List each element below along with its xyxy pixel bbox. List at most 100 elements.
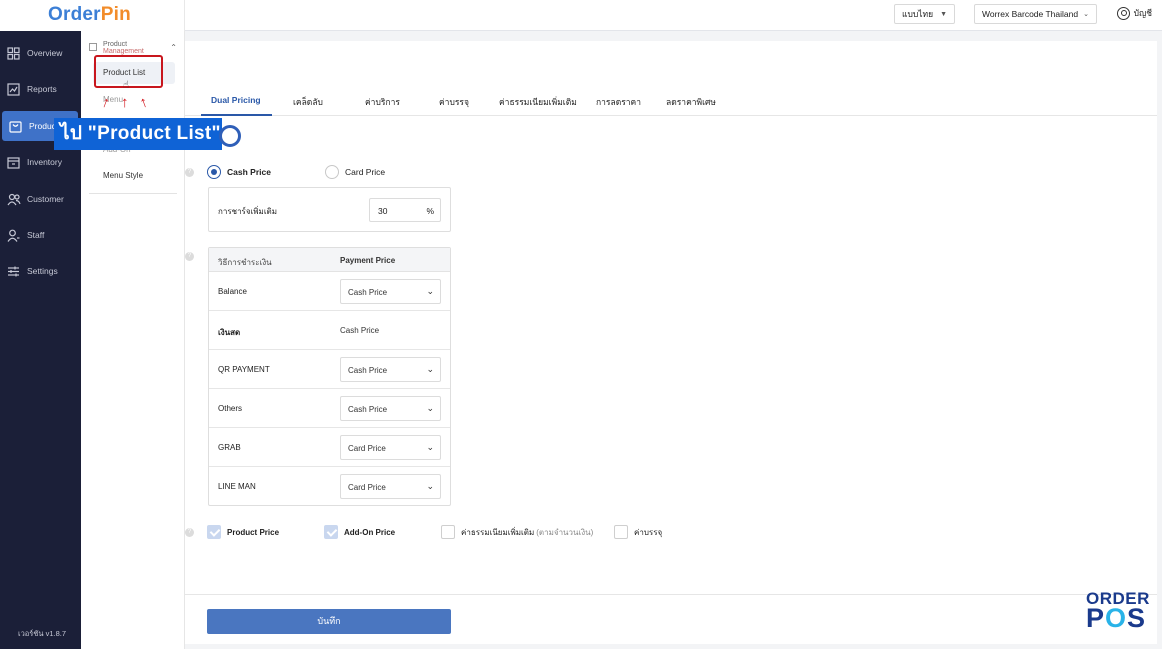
watermark-letter: S — [1127, 603, 1147, 633]
select-value: Cash Price — [348, 405, 388, 414]
sidebar-item-label: Reports — [27, 84, 57, 94]
save-button[interactable]: บันทึก — [207, 609, 451, 634]
card-price-radio[interactable]: Card Price — [325, 165, 385, 179]
sidebar-item-label: Customer — [27, 194, 64, 204]
watermark-letter: O — [1105, 603, 1128, 633]
submenu-header[interactable]: Product Management ⌃ — [89, 41, 179, 55]
submenu-divider — [89, 193, 177, 194]
payment-price-select[interactable]: Cash Price ⌄ — [340, 279, 441, 304]
checkbox-unchecked-icon — [441, 525, 455, 539]
footer-actions: บันทึก — [185, 594, 1157, 644]
active-tab-indicator — [201, 114, 272, 116]
caret-down-icon: ▼ — [940, 10, 947, 18]
surcharge-box: การชาร์จเพิ่มเติม 30 % — [208, 187, 451, 232]
checkbox-unchecked-icon — [614, 525, 628, 539]
tab-dual-pricing[interactable]: Dual Pricing — [211, 95, 261, 105]
extra-fee-checkbox[interactable]: ค่าธรรมเนียมเพิ่มเติม (ตามจำนวนเงิน) — [441, 525, 593, 539]
table-row: QR PAYMENT Cash Price ⌄ — [209, 350, 450, 389]
payment-method-name: Others — [218, 404, 243, 413]
cash-price-label: Cash Price — [227, 167, 271, 177]
store-select[interactable]: Worrex Barcode Thailand ⌄ — [974, 4, 1097, 24]
table-header: วิธีการชำระเงิน Payment Price — [209, 248, 450, 272]
tab-packaging[interactable]: ค่าบรรจุ — [439, 95, 469, 109]
payment-price-select[interactable]: Card Price ⌄ — [340, 435, 441, 460]
user-icon — [1116, 6, 1130, 20]
chevron-down-icon: ⌄ — [426, 364, 434, 374]
product-price-checkbox[interactable]: Product Price — [207, 525, 279, 539]
table-row: เงินสด Cash Price — [209, 311, 450, 350]
sidebar-item-label: Settings — [27, 266, 58, 276]
tutorial-callout: ไป "Product List" — [54, 118, 241, 150]
chevron-down-icon: ⌄ — [426, 286, 434, 296]
sidebar-item-staff[interactable]: Staff — [0, 220, 81, 250]
sidebar-item-reports[interactable]: Reports — [0, 74, 81, 104]
submenu-title: Product — [103, 41, 128, 48]
select-value: Card Price — [348, 483, 386, 492]
checkbox-note: (ตามจำนวนเงิน) — [536, 527, 594, 537]
surcharge-label: การชาร์จเพิ่มเติม — [218, 207, 278, 216]
table-row: GRAB Card Price ⌄ — [209, 428, 450, 467]
payment-price-select[interactable]: Card Price ⌄ — [340, 474, 441, 499]
hand-cursor-icon: ☝ — [123, 80, 130, 91]
surcharge-input[interactable]: 30 % — [369, 198, 441, 222]
sidebar-item-overview[interactable]: Overview — [0, 38, 81, 68]
sliders-icon — [6, 264, 21, 279]
surcharge-value: 30 — [378, 206, 388, 216]
tab-special-discount[interactable]: ลดราคาพิเศษ — [666, 95, 716, 109]
payment-method-name: เงินสด — [218, 328, 241, 337]
help-icon[interactable]: ? — [185, 252, 194, 261]
account-menu[interactable]: บัญชี — [1116, 6, 1152, 20]
logo-area: OrderPin — [0, 0, 185, 31]
sidebar-item-label: Overview — [27, 48, 63, 58]
app-logo[interactable]: OrderPin — [48, 4, 131, 26]
store-value: Worrex Barcode Thailand — [982, 9, 1079, 19]
select-value: Cash Price — [348, 366, 388, 375]
main-content: Dual Pricing เคล็ดลับ ค่าบริการ ค่าบรรจุ… — [185, 41, 1157, 644]
percent-suffix: % — [426, 206, 434, 216]
logo-text-order: Order — [48, 4, 101, 25]
tab-tips[interactable]: เคล็ดลับ — [293, 95, 323, 109]
person-icon — [6, 228, 21, 243]
packaging-checkbox[interactable]: ค่าบรรจุ — [614, 525, 662, 539]
sidebar-item-label: Inventory — [27, 157, 62, 167]
top-header: OrderPin แบบไทย ▼ Worrex Barcode Thailan… — [0, 0, 1162, 31]
table-row: LINE MAN Card Price ⌄ — [209, 467, 450, 506]
submenu-item-label: Menu Style — [103, 171, 144, 180]
tab-service-charge[interactable]: ค่าบริการ — [365, 95, 400, 109]
payment-method-name: QR PAYMENT — [218, 365, 270, 374]
checkbox-label: Product Price — [227, 527, 280, 537]
bag-icon — [8, 119, 23, 134]
chart-icon — [6, 82, 21, 97]
select-value: Cash Price — [348, 288, 388, 297]
arrow-up-icon: ↑ — [121, 94, 129, 111]
checkbox-checked-icon — [207, 525, 221, 539]
cash-price-radio[interactable]: Cash Price — [207, 165, 271, 179]
version-label: เวอร์ชัน v1.8.7 — [18, 629, 67, 638]
help-icon[interactable]: ? — [185, 528, 194, 537]
radio-selected-icon — [207, 165, 221, 179]
sidebar-item-settings[interactable]: Settings — [0, 256, 81, 286]
payment-price-value: Cash Price — [340, 326, 380, 335]
payment-price-select[interactable]: Cash Price ⌄ — [340, 357, 441, 382]
list-icon — [89, 43, 97, 51]
sidebar-item-customer[interactable]: Customer — [0, 184, 81, 214]
column-header-price: Payment Price — [340, 256, 396, 265]
checkbox-label: ค่าบรรจุ — [634, 527, 663, 537]
checkbox-label: Add-On Price — [344, 527, 396, 537]
payment-method-table: วิธีการชำระเงิน Payment Price Balance Ca… — [208, 247, 451, 506]
chevron-down-icon: ⌄ — [426, 403, 434, 413]
tab-extra-fee[interactable]: ค่าธรรมเนียมเพิ่มเติม — [499, 95, 577, 109]
language-select[interactable]: แบบไทย ▼ — [894, 4, 955, 24]
sidebar-item-inventory[interactable]: Inventory — [0, 147, 81, 177]
addon-price-checkbox[interactable]: Add-On Price — [324, 525, 395, 539]
account-label: บัญชี — [1133, 8, 1152, 18]
chevron-up-icon: ⌃ — [170, 43, 177, 52]
tab-discount[interactable]: การลดราคา — [596, 95, 641, 109]
watermark-line2: POS — [1086, 605, 1150, 632]
payment-price-select[interactable]: Cash Price ⌄ — [340, 396, 441, 421]
table-row: Balance Cash Price ⌄ — [209, 272, 450, 311]
submenu-item-menu-style[interactable]: Menu Style — [103, 171, 143, 180]
chevron-down-icon: ⌄ — [1083, 11, 1089, 18]
box-icon — [6, 155, 21, 170]
help-icon[interactable]: ? — [185, 168, 194, 177]
